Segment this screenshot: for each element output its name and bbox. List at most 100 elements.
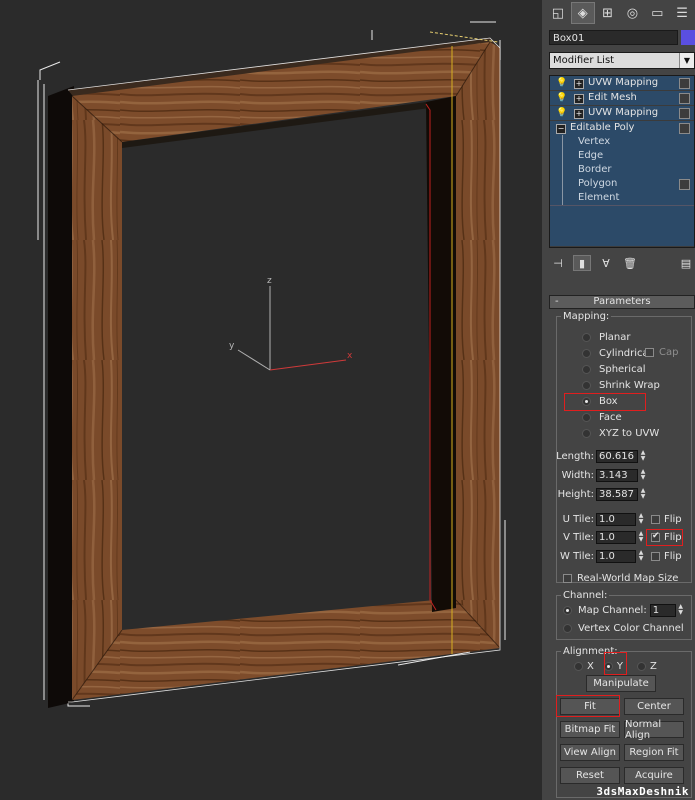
parameters-rollout-header[interactable]: - Parameters xyxy=(549,295,695,309)
motion-tab-icon[interactable]: ◎ xyxy=(621,2,645,24)
u-tile-row: U Tile: 1.0 ▲ ▼ Flip xyxy=(562,512,682,526)
collapse-icon[interactable]: − xyxy=(556,124,566,134)
object-color-swatch[interactable] xyxy=(681,30,695,45)
perspective-viewport[interactable]: z y x xyxy=(0,0,542,800)
highlight-align-y xyxy=(604,652,627,675)
mapping-shrink-wrap-radio[interactable]: Shrink Wrap xyxy=(582,378,660,392)
remove-modifier-icon[interactable]: 🗑 xyxy=(621,255,639,271)
stack-item-checkbox[interactable] xyxy=(679,78,690,89)
frame-side-left xyxy=(48,86,74,708)
u-flip-checkbox[interactable] xyxy=(651,514,660,524)
stack-subobject-border[interactable]: Border xyxy=(550,163,694,177)
stack-item-uvw-mapping-2[interactable]: 💡 + UVW Mapping xyxy=(550,106,694,121)
stack-item-checkbox[interactable] xyxy=(679,123,690,134)
stack-subobject-polygon[interactable]: Polygon xyxy=(550,177,694,191)
spinner-arrows-icon[interactable]: ▲ ▼ xyxy=(639,450,647,463)
stack-item-checkbox[interactable] xyxy=(679,179,690,190)
height-spinner[interactable]: 38.587 xyxy=(596,487,638,501)
highlight-box-option xyxy=(564,393,646,411)
lightbulb-icon[interactable]: 💡 xyxy=(556,78,567,88)
configure-sets-icon[interactable]: ▤ xyxy=(677,255,695,271)
mapping-cylindrical-radio[interactable]: Cylindrical xyxy=(582,346,651,360)
spinner-arrows-icon[interactable]: ▲ ▼ xyxy=(639,488,647,501)
expand-icon[interactable]: + xyxy=(574,109,584,119)
stack-subobject-vertex[interactable]: Vertex xyxy=(550,135,694,149)
lightbulb-icon[interactable]: 💡 xyxy=(556,93,567,103)
center-button[interactable]: Center xyxy=(624,698,684,715)
map-channel-radio[interactable] xyxy=(563,605,572,615)
hierarchy-tab-icon[interactable]: ⊞ xyxy=(596,2,620,24)
viewport-canvas: z y x xyxy=(37,21,506,708)
map-channel-spinner[interactable]: 1 xyxy=(649,603,676,617)
spinner-arrows-icon[interactable]: ▲ ▼ xyxy=(677,604,685,617)
mapping-spherical-radio[interactable]: Spherical xyxy=(582,362,645,376)
acquire-button[interactable]: Acquire xyxy=(624,767,684,784)
modifier-stack[interactable]: 💡 + UVW Mapping 💡 + Edit Mesh 💡 + UVW Ma… xyxy=(549,75,695,248)
w-flip-checkbox[interactable] xyxy=(651,551,660,561)
pin-stack-icon[interactable]: ⊣ xyxy=(549,255,567,271)
width-row: Width: 3.143 ▲ ▼ xyxy=(561,468,647,482)
chevron-down-icon: ▼ xyxy=(679,53,694,68)
highlight-fit-button xyxy=(556,695,620,717)
width-spinner[interactable]: 3.143 xyxy=(596,468,638,482)
view-align-button[interactable]: View Align xyxy=(560,744,620,761)
stack-subobject-edge[interactable]: Edge xyxy=(550,149,694,163)
vertex-color-radio[interactable] xyxy=(563,623,572,633)
frame-bottom-rail xyxy=(72,598,500,700)
utilities-tab-icon[interactable]: ☰ xyxy=(670,2,694,24)
expand-icon[interactable]: + xyxy=(574,79,584,89)
height-row: Height: 38.587 ▲ ▼ xyxy=(557,487,647,501)
modify-tab-icon[interactable]: ◈ xyxy=(570,2,595,24)
mapping-planar-radio[interactable]: Planar xyxy=(582,330,631,344)
modifier-list-label: Modifier List xyxy=(553,55,615,66)
highlight-v-flip xyxy=(646,529,683,546)
modifier-list-dropdown[interactable]: Modifier List ▼ xyxy=(549,52,695,69)
axis-label-z: z xyxy=(267,276,272,286)
manipulate-button[interactable]: Manipulate xyxy=(586,675,656,692)
object-name-field[interactable]: Box01 xyxy=(549,30,678,45)
stack-item-checkbox[interactable] xyxy=(679,93,690,104)
display-tab-icon[interactable]: ▭ xyxy=(645,2,669,24)
real-world-map-size-checkbox[interactable]: Real-World Map Size xyxy=(563,571,678,585)
create-tab-icon[interactable]: ◱ xyxy=(546,2,570,24)
stack-item-uvw-mapping-1[interactable]: 💡 + UVW Mapping xyxy=(550,76,694,91)
show-end-result-icon[interactable]: ▮ xyxy=(573,255,591,271)
align-x-radio[interactable] xyxy=(574,661,583,671)
stack-toolbar: ⊣ ▮ ∀ 🗑 ▤ xyxy=(549,254,695,272)
expand-icon[interactable]: + xyxy=(574,94,584,104)
w-tile-row: W Tile: 1.0 ▲ ▼ Flip xyxy=(560,549,682,563)
length-spinner[interactable]: 60.616 xyxy=(596,449,638,463)
command-panel: ◱ ◈ ⊞ ◎ ▭ ☰ Box01 Modifier List ▼ 💡 + UV… xyxy=(542,0,695,800)
lightbulb-icon[interactable]: 💡 xyxy=(556,108,567,118)
v-tile-spinner[interactable]: 1.0 xyxy=(596,530,636,544)
stack-item-editable-poly[interactable]: − Editable Poly xyxy=(550,121,694,135)
vertex-color-channel-row[interactable]: Vertex Color Channel xyxy=(563,621,684,635)
spinner-arrows-icon[interactable]: ▲ ▼ xyxy=(637,550,645,563)
region-fit-button[interactable]: Region Fit xyxy=(624,744,684,761)
watermark: 3dsMaxDeshnik xyxy=(596,785,689,798)
mapping-xyz-to-uvw-radio[interactable]: XYZ to UVW xyxy=(582,426,659,440)
bitmap-fit-button[interactable]: Bitmap Fit xyxy=(560,721,620,738)
spinner-arrows-icon[interactable]: ▲ ▼ xyxy=(637,513,645,526)
command-panel-tabs: ◱ ◈ ⊞ ◎ ▭ ☰ xyxy=(546,2,694,24)
axis-tripod: z y x xyxy=(229,276,353,371)
frame-left-stile xyxy=(72,96,122,700)
map-channel-row: Map Channel: 1 ▲ ▼ xyxy=(563,603,685,617)
make-unique-icon[interactable]: ∀ xyxy=(597,255,615,271)
stack-subobject-element[interactable]: Element xyxy=(550,191,694,205)
frame-right-stile xyxy=(456,42,500,648)
spinner-arrows-icon[interactable]: ▲ ▼ xyxy=(637,531,645,544)
stack-item-checkbox[interactable] xyxy=(679,108,690,119)
cap-checkbox[interactable]: Cap xyxy=(645,347,678,358)
reset-button[interactable]: Reset xyxy=(560,767,620,784)
spinner-arrows-icon[interactable]: ▲ ▼ xyxy=(639,469,647,482)
axis-label-x: x xyxy=(347,351,353,361)
mapping-face-radio[interactable]: Face xyxy=(582,410,622,424)
align-z-radio[interactable] xyxy=(636,661,646,671)
length-row: Length: 60.616 ▲ ▼ xyxy=(556,449,647,463)
u-tile-spinner[interactable]: 1.0 xyxy=(596,512,636,526)
stack-item-edit-mesh[interactable]: 💡 + Edit Mesh xyxy=(550,91,694,106)
axis-label-y: y xyxy=(229,341,235,351)
normal-align-button[interactable]: Normal Align xyxy=(624,719,684,741)
w-tile-spinner[interactable]: 1.0 xyxy=(596,549,636,563)
